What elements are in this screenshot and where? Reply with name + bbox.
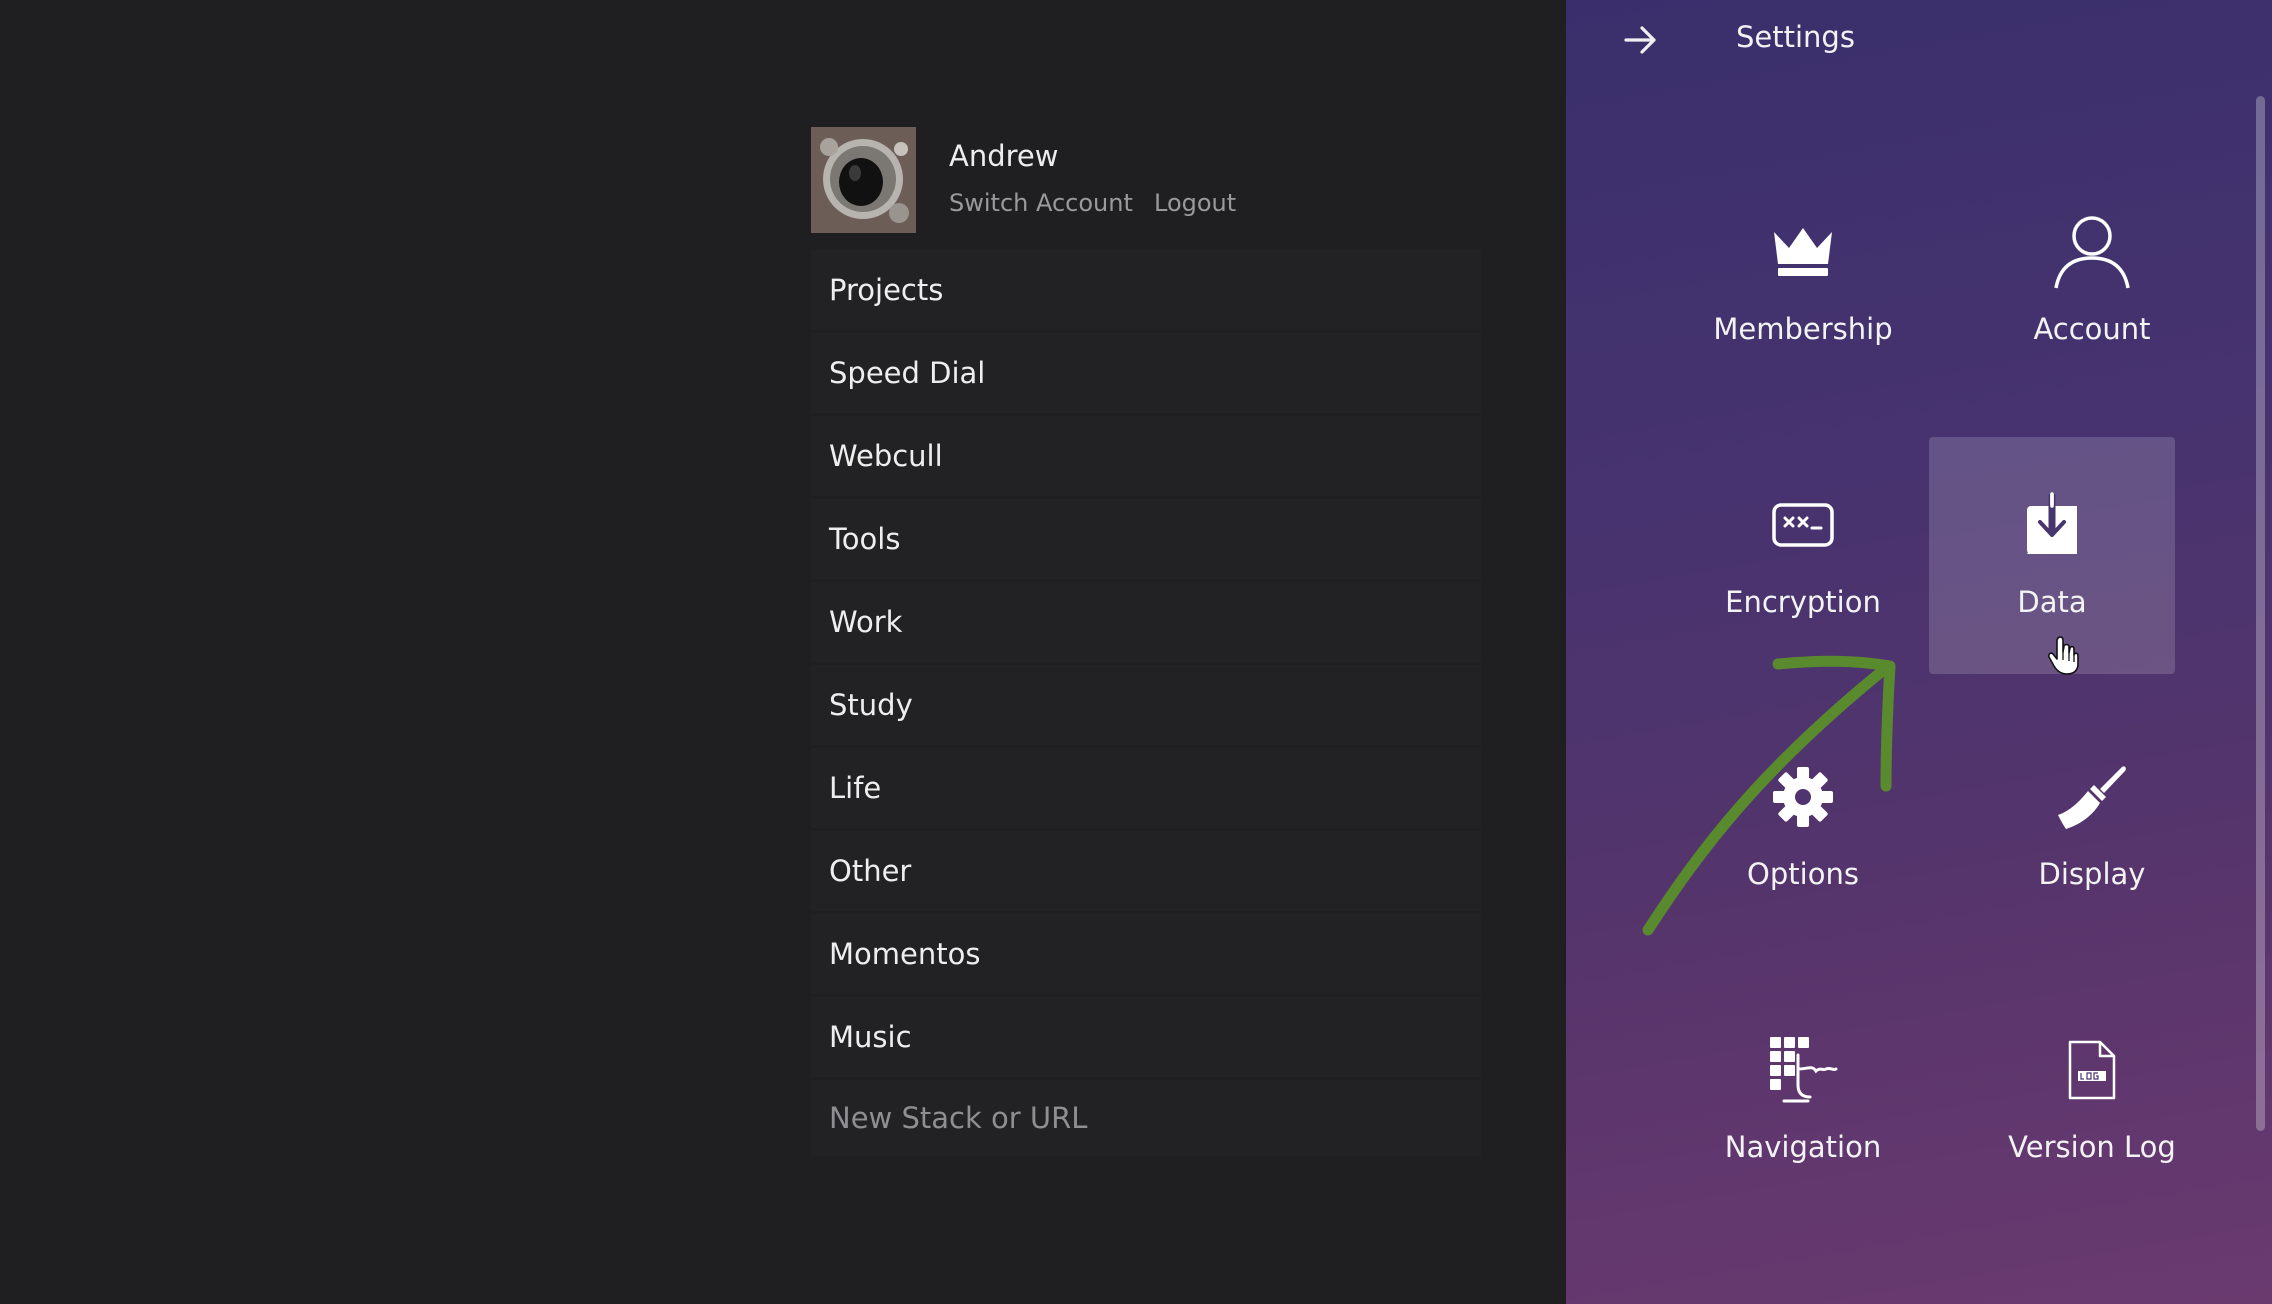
stack-item-work[interactable]: Work xyxy=(811,582,1481,662)
stack-item-webcull[interactable]: Webcull xyxy=(811,416,1481,496)
stack-item-other[interactable]: Other xyxy=(811,831,1481,911)
keyboard-navigation-icon xyxy=(1770,1037,1838,1103)
tile-membership[interactable]: Membership xyxy=(1680,164,1926,401)
tile-label: Navigation xyxy=(1724,1130,1882,1164)
settings-panel: Settings Membership Account Encryption D… xyxy=(1566,0,2272,1304)
tile-label: Encryption xyxy=(1725,585,1881,619)
tile-label: Membership xyxy=(1713,312,1893,346)
new-stack-input[interactable]: New Stack or URL xyxy=(811,1080,1481,1156)
gear-icon xyxy=(1773,767,1833,827)
stack-item-life[interactable]: Life xyxy=(811,748,1481,828)
avatar[interactable] xyxy=(811,127,916,233)
stack-item-tools[interactable]: Tools xyxy=(811,499,1481,579)
switch-account-link[interactable]: Switch Account xyxy=(949,189,1133,217)
stack-item-projects[interactable]: Projects xyxy=(811,250,1481,330)
crown-icon xyxy=(1774,228,1832,276)
tile-account[interactable]: Account xyxy=(1969,164,2215,401)
tile-label: Account xyxy=(2033,312,2151,346)
user-icon xyxy=(2054,216,2130,289)
username: Andrew xyxy=(949,139,1059,173)
download-icon xyxy=(2027,492,2077,554)
tile-encryption[interactable]: Encryption xyxy=(1680,437,1926,674)
tile-label: Options xyxy=(1747,857,1859,891)
profile-header: Andrew Switch Account Logout xyxy=(811,127,1481,233)
panel-title: Settings xyxy=(1736,20,1855,54)
tile-label: Display xyxy=(2038,857,2146,891)
stack-item-speed-dial[interactable]: Speed Dial xyxy=(811,333,1481,413)
tile-label: Data xyxy=(2017,585,2087,619)
stack-item-momentos[interactable]: Momentos xyxy=(811,914,1481,994)
paintbrush-icon xyxy=(2058,766,2126,829)
stack-item-study[interactable]: Study xyxy=(811,665,1481,745)
tile-options[interactable]: Options xyxy=(1680,709,1926,946)
tile-label: Version Log xyxy=(2008,1130,2176,1164)
hand-cursor-icon xyxy=(2048,636,2079,675)
tile-display[interactable]: Display xyxy=(1969,709,2215,946)
arrow-right-icon xyxy=(1624,26,1656,54)
tile-version-log[interactable]: Version Log xyxy=(1969,982,2215,1219)
close-panel-button[interactable] xyxy=(1616,18,1666,62)
stack-item-music[interactable]: Music xyxy=(811,997,1481,1077)
log-file-icon xyxy=(2068,1040,2116,1100)
tile-navigation[interactable]: Navigation xyxy=(1680,982,1926,1219)
logout-link[interactable]: Logout xyxy=(1154,189,1236,217)
stack-list: Projects Speed Dial Webcull Tools Work S… xyxy=(811,250,1481,1156)
panel-scrollbar[interactable] xyxy=(2256,96,2265,1131)
encryption-icon xyxy=(1772,503,1834,547)
